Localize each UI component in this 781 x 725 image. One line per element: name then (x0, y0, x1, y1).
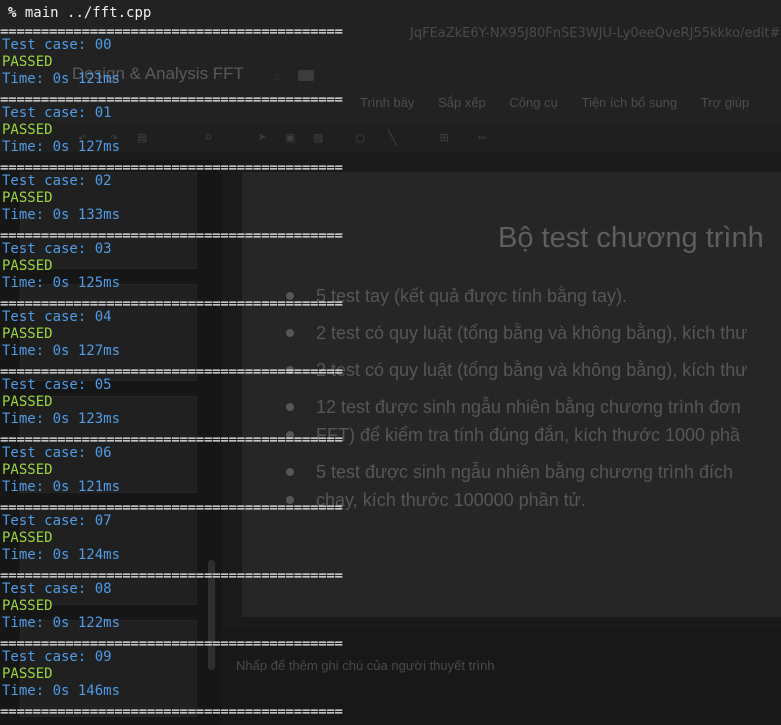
test-time: Time: 0s 124ms (2, 547, 121, 563)
test-status: PASSED (2, 530, 53, 546)
test-status: PASSED (2, 190, 53, 206)
test-case-label: Test case: 07 (2, 513, 112, 529)
test-time: Time: 0s 123ms (2, 411, 121, 427)
test-time: Time: 0s 121ms (2, 71, 121, 87)
test-status: PASSED (2, 462, 53, 478)
test-status: PASSED (2, 394, 53, 410)
test-case-label: Test case: 03 (2, 241, 112, 257)
test-case-label: Test case: 01 (2, 105, 112, 121)
shell-prompt: % (8, 5, 17, 21)
test-time: Time: 0s 125ms (2, 275, 121, 291)
test-status: PASSED (2, 326, 53, 342)
test-case-label: Test case: 08 (2, 581, 112, 597)
terminal-window[interactable]: % main ../fft.cpp ======================… (0, 0, 781, 725)
test-case-label: Test case: 00 (2, 37, 112, 53)
command-line: % main ../fft.cpp (8, 5, 151, 22)
test-time: Time: 0s 146ms (2, 683, 121, 699)
test-status: PASSED (2, 122, 53, 138)
test-case-label: Test case: 05 (2, 377, 112, 393)
separator-line: ========================================… (0, 704, 343, 720)
test-case-label: Test case: 04 (2, 309, 112, 325)
test-status: PASSED (2, 54, 53, 70)
test-time: Time: 0s 133ms (2, 207, 121, 223)
test-case-label: Test case: 06 (2, 445, 112, 461)
test-status: PASSED (2, 598, 53, 614)
test-time: Time: 0s 121ms (2, 479, 121, 495)
test-case-label: Test case: 02 (2, 173, 112, 189)
command-text: main ../fft.cpp (24, 5, 152, 21)
test-time: Time: 0s 122ms (2, 615, 121, 631)
test-status: PASSED (2, 666, 53, 682)
test-status: PASSED (2, 258, 53, 274)
test-time: Time: 0s 127ms (2, 343, 121, 359)
test-case-label: Test case: 09 (2, 649, 112, 665)
test-time: Time: 0s 127ms (2, 139, 121, 155)
